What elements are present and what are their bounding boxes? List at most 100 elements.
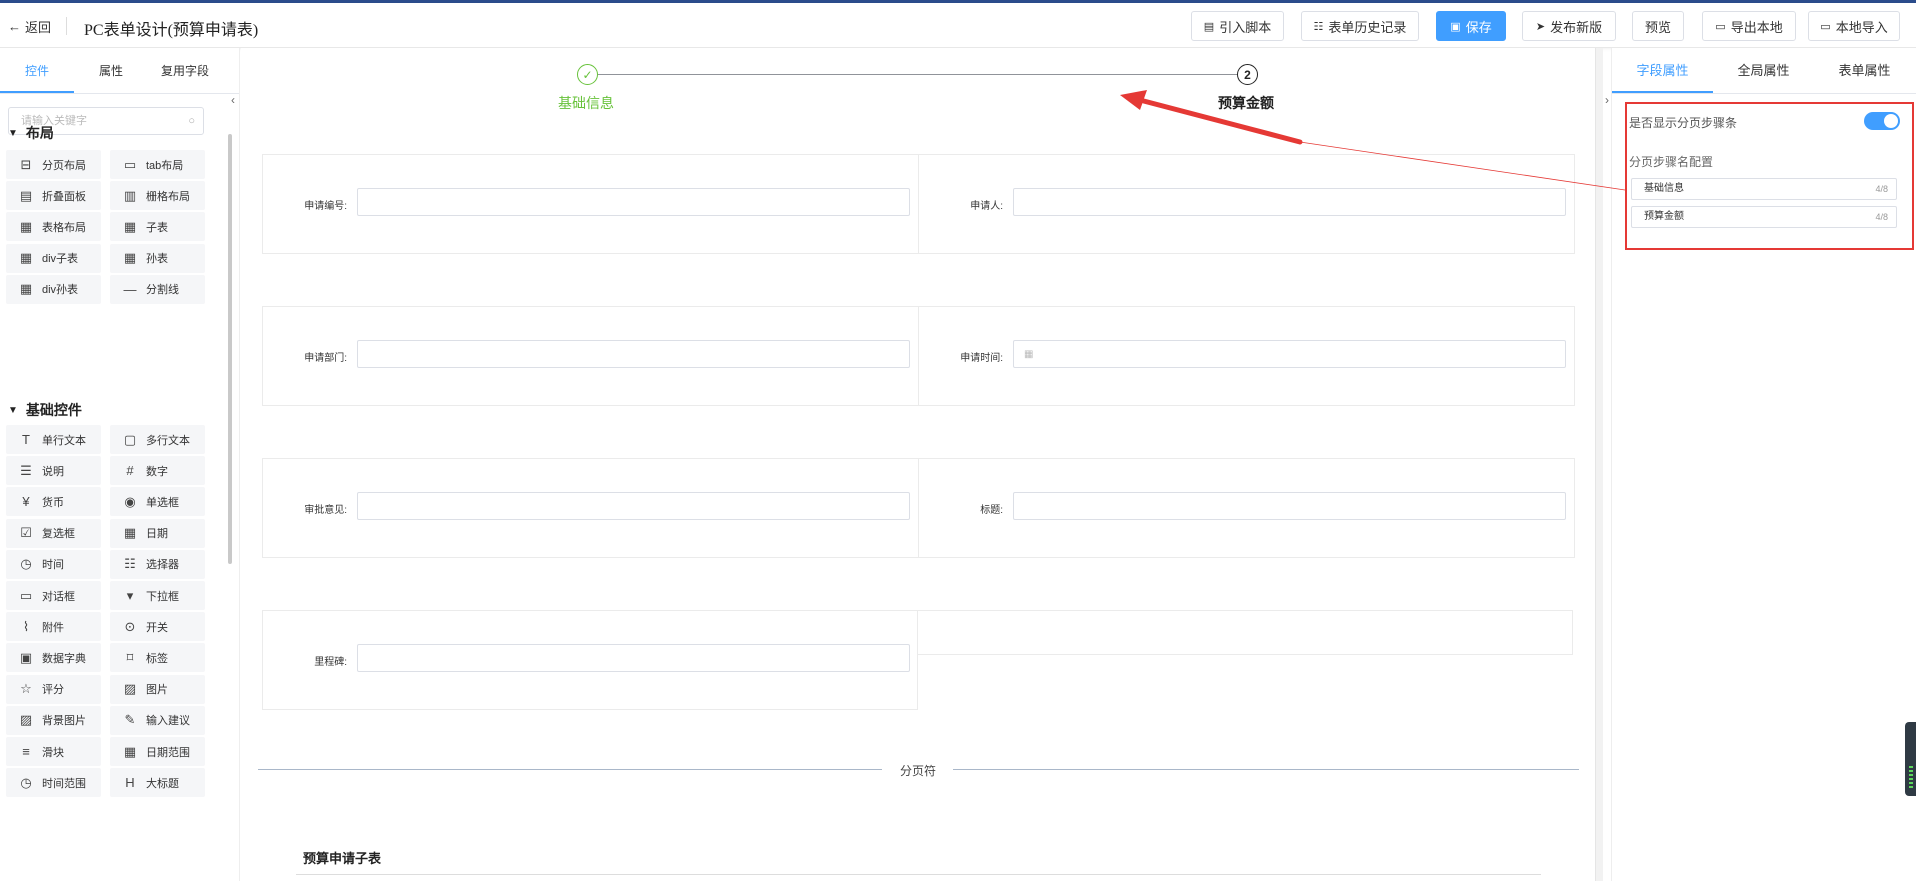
- show-steps-toggle[interactable]: [1864, 112, 1900, 130]
- clock-icon: ◷: [20, 556, 32, 572]
- apply-time-picker[interactable]: ▦: [1013, 340, 1566, 368]
- form-cell[interactable]: 标题:: [919, 459, 1574, 557]
- grandchild-table-icon: ▦: [123, 250, 137, 266]
- tab-properties[interactable]: 属性: [74, 48, 148, 93]
- import-script-button[interactable]: ▤ 引入脚本: [1191, 11, 1284, 41]
- component-item[interactable]: ≡ 滑块: [6, 737, 101, 766]
- component-item[interactable]: ☷ 选择器: [110, 549, 205, 579]
- subject-label: 标题:: [980, 505, 1003, 516]
- component-item[interactable]: ▦ 子表: [110, 212, 205, 242]
- tab-controls[interactable]: 控件: [0, 48, 74, 93]
- empty-form-cell[interactable]: [918, 610, 1573, 655]
- approval-opinion-input[interactable]: [357, 492, 910, 520]
- preview-button[interactable]: 预览: [1632, 11, 1684, 41]
- collapse-panel-icon: ▤: [19, 187, 33, 203]
- component-item[interactable]: ▾ 下拉框: [110, 581, 205, 610]
- component-label: 下拉框: [146, 590, 179, 603]
- approval-opinion-label: 审批意见:: [304, 505, 347, 516]
- tab-field-properties[interactable]: 字段属性: [1612, 48, 1713, 93]
- search-icon[interactable]: ○: [188, 108, 195, 134]
- layout-section-header[interactable]: ▼ 布局: [8, 123, 54, 143]
- form-cell[interactable]: 审批意见:: [263, 459, 919, 557]
- component-item[interactable]: ☆ 评分: [6, 674, 101, 704]
- component-item[interactable]: ⌑ 标签: [110, 643, 205, 673]
- side-monitor-widget[interactable]: [1905, 722, 1916, 796]
- save-button[interactable]: ▣ 保存: [1436, 11, 1506, 41]
- form-history-button[interactable]: ☷ 表单历史记录: [1301, 11, 1419, 41]
- step-name-value: 基础信息: [1644, 183, 1684, 194]
- collapse-right-icon[interactable]: ›: [1605, 93, 1609, 107]
- component-item[interactable]: ▢ 多行文本: [110, 425, 205, 454]
- applicant-input[interactable]: [1013, 188, 1566, 216]
- component-item[interactable]: ◷ 时间范围: [6, 768, 101, 798]
- basic-section-header[interactable]: ▼ 基础控件: [8, 400, 82, 420]
- form-cell[interactable]: 申请编号:: [263, 155, 919, 253]
- canvas-scrollbar[interactable]: [1595, 48, 1603, 881]
- tab-global-properties[interactable]: 全局属性: [1713, 48, 1814, 93]
- date-range-icon: ▦: [123, 743, 137, 759]
- component-item[interactable]: ▦ div子表: [6, 243, 101, 273]
- step-name-config-label: 分页步骤名配置: [1629, 155, 1714, 169]
- component-label: 滑块: [42, 746, 64, 759]
- form-cell[interactable]: 申请部门:: [263, 307, 919, 405]
- component-item[interactable]: ▨ 背景图片: [6, 705, 101, 735]
- form-cell[interactable]: 里程碑:: [262, 610, 918, 710]
- tab-form-properties[interactable]: 表单属性: [1814, 48, 1915, 93]
- component-item[interactable]: ◷ 时间: [6, 549, 101, 579]
- calendar-icon: ▦: [123, 525, 137, 541]
- form-cell[interactable]: 申请时间: ▦: [919, 307, 1574, 405]
- component-item[interactable]: ▦ 孙表: [110, 243, 205, 273]
- component-item[interactable]: ⊙ 开关: [110, 612, 205, 642]
- step-name-input-1[interactable]: 基础信息 4/8: [1631, 178, 1897, 200]
- component-item[interactable]: — 分割线: [110, 274, 205, 304]
- apply-dept-input[interactable]: [357, 340, 910, 368]
- page-break-label[interactable]: 分页符: [900, 762, 936, 779]
- import-local-button[interactable]: ▭ 本地导入: [1808, 11, 1900, 41]
- form-row: 里程碑:: [262, 610, 1575, 710]
- grid-icon: ▥: [123, 187, 137, 203]
- component-item[interactable]: ⊟ 分页布局: [6, 150, 101, 179]
- component-item[interactable]: ▨ 图片: [110, 674, 205, 704]
- step-1-check-icon: ✓: [577, 64, 598, 85]
- publish-version-button[interactable]: ➤ 发布新版: [1522, 11, 1616, 41]
- apply-no-input[interactable]: [357, 188, 910, 216]
- component-item[interactable]: ▥ 栅格布局: [110, 181, 205, 211]
- component-item[interactable]: ▦ 日期: [110, 518, 205, 548]
- back-label: 返回: [25, 20, 52, 35]
- component-item[interactable]: ☑ 复选框: [6, 518, 101, 548]
- component-item[interactable]: ☰ 说明: [6, 456, 101, 486]
- page-title: PC表单设计(预算申请表): [84, 22, 259, 39]
- div-subtable-icon: ▦: [19, 250, 33, 266]
- collapse-left-icon[interactable]: ‹: [231, 93, 235, 107]
- component-item[interactable]: ▦ 表格布局: [6, 212, 101, 242]
- export-local-button[interactable]: ▭ 导出本地: [1702, 11, 1796, 41]
- component-item[interactable]: T 单行文本: [6, 425, 101, 454]
- component-item[interactable]: ✎ 输入建议: [110, 705, 205, 735]
- text-icon: T: [22, 432, 30, 447]
- step-1-label[interactable]: 基础信息: [558, 93, 614, 113]
- subject-input[interactable]: [1013, 492, 1566, 520]
- step-name-input-2[interactable]: 预算金额 4/8: [1631, 206, 1897, 228]
- step-2-label[interactable]: 预算金额: [1218, 93, 1274, 113]
- component-item[interactable]: ▭ tab布局: [110, 150, 205, 179]
- component-item[interactable]: ▣ 数据字典: [6, 643, 101, 673]
- component-panel-scrollbar[interactable]: [228, 134, 232, 564]
- component-item[interactable]: ◉ 单选框: [110, 487, 205, 517]
- component-item[interactable]: ¥ 货币: [6, 487, 101, 517]
- component-item[interactable]: ▭ 对话框: [6, 581, 101, 610]
- page-break-line-right: [953, 769, 1579, 770]
- component-item[interactable]: ▦ div孙表: [6, 274, 101, 304]
- component-label: 单行文本: [42, 434, 86, 447]
- back-button[interactable]: ← 返回: [8, 17, 51, 36]
- component-item[interactable]: # 数字: [110, 456, 205, 486]
- milestone-input[interactable]: [357, 644, 910, 672]
- component-item[interactable]: ▤ 折叠面板: [6, 181, 101, 211]
- tab-reusable-fields[interactable]: 复用字段: [148, 48, 222, 93]
- component-panel: 控件 属性 复用字段 请输入关键字 ○ ▼ 布局 ⊟ 分页布局 ▭ tab布局 ▤ 折叠面…: [0, 48, 240, 881]
- signal-bars-icon: [1909, 766, 1913, 790]
- component-item[interactable]: H 大标题: [110, 768, 205, 798]
- component-item[interactable]: ▦ 日期范围: [110, 737, 205, 766]
- form-cell[interactable]: 申请人:: [919, 155, 1574, 253]
- dictionary-icon: ▣: [19, 649, 33, 665]
- component-item[interactable]: ⌇ 附件: [6, 612, 101, 642]
